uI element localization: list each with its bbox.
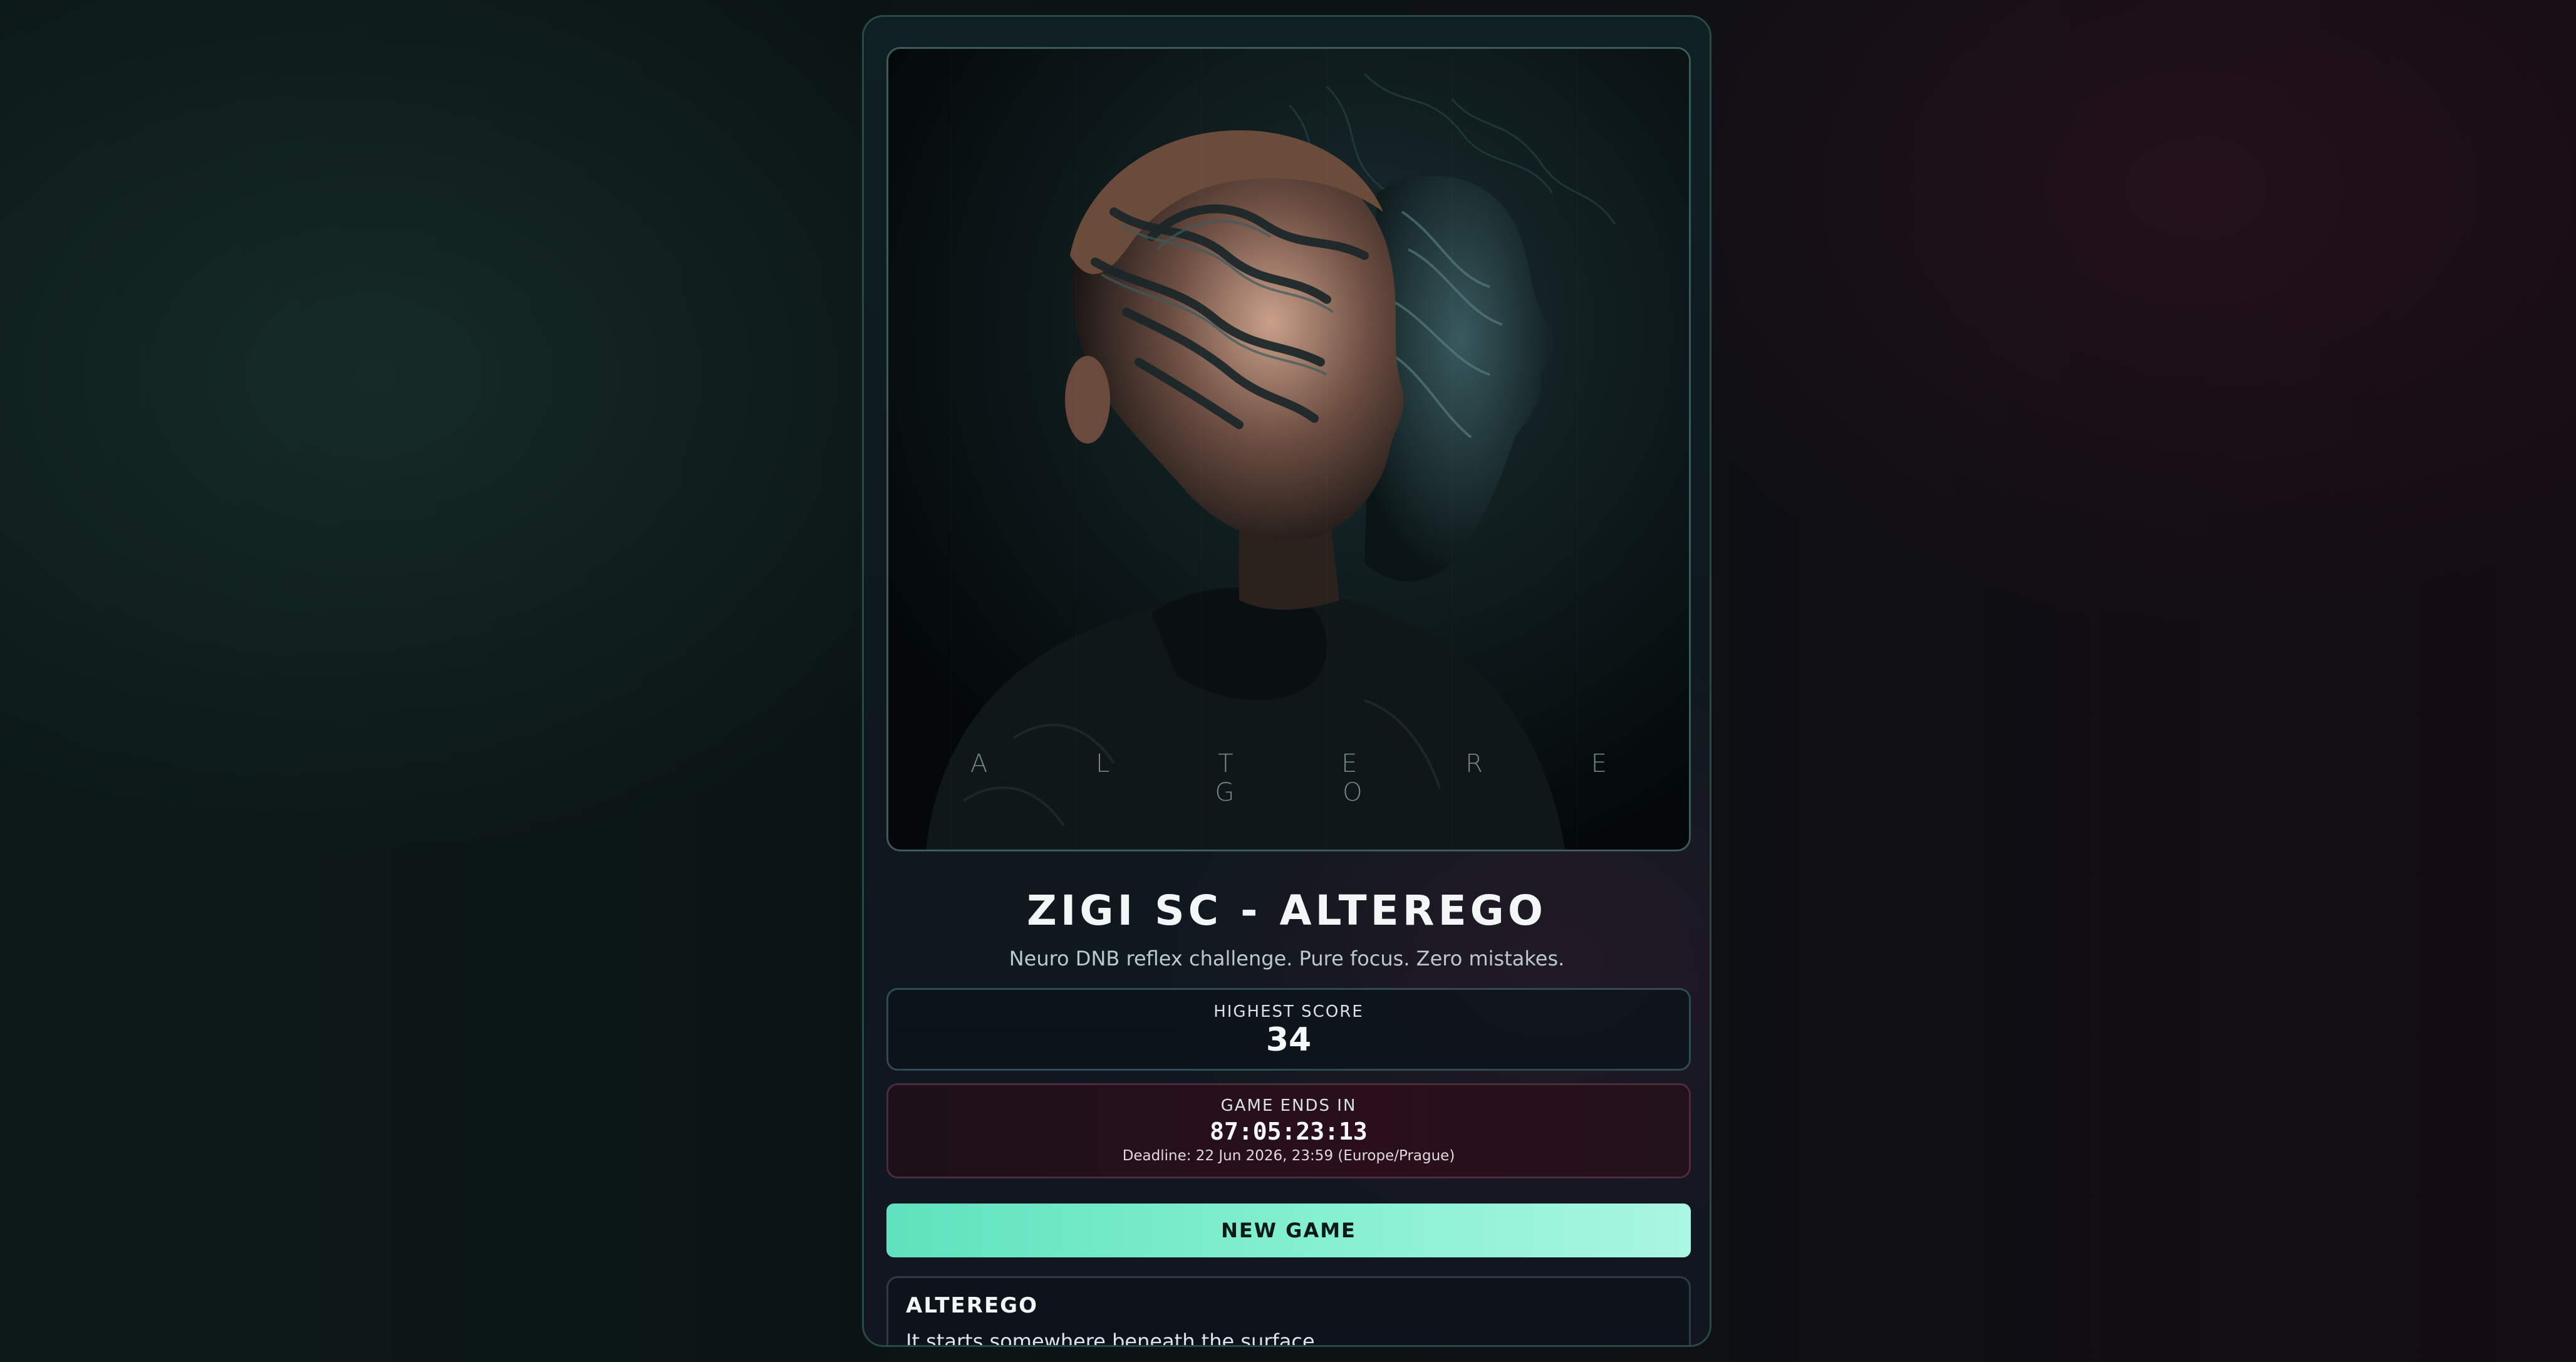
- game-tagline: Neuro DNB reflex challenge. Pure focus. …: [1009, 947, 1565, 970]
- countdown-value: 87:05:23:13: [1210, 1118, 1368, 1145]
- highest-score-label: HIGHEST SCORE: [1213, 1002, 1364, 1021]
- track-info-panel: ALTEREGO It starts somewhere beneath the…: [886, 1276, 1691, 1347]
- game-card: A L T E R E G O ZIGI SC - ALTEREGO Neuro…: [862, 15, 1711, 1347]
- artwork-caption: A L T E R E G O: [970, 749, 1657, 807]
- countdown-label: GAME ENDS IN: [1220, 1096, 1357, 1115]
- deadline-text: Deadline: 22 Jun 2026, 23:59 (Europe/Pra…: [1122, 1148, 1455, 1164]
- portrait-illustration: [888, 49, 1689, 850]
- new-game-button[interactable]: NEW GAME: [886, 1203, 1691, 1257]
- game-title: ZIGI SC - ALTEREGO: [1027, 886, 1547, 935]
- track-info-title: ALTEREGO: [906, 1293, 1038, 1318]
- album-artwork: A L T E R E G O: [886, 47, 1691, 851]
- highest-score-panel: HIGHEST SCORE 34: [886, 988, 1691, 1071]
- highest-score-value: 34: [1265, 1021, 1312, 1059]
- countdown-panel: GAME ENDS IN 87:05:23:13 Deadline: 22 Ju…: [886, 1083, 1691, 1178]
- track-info-text: It starts somewhere beneath the surface.: [906, 1329, 1321, 1347]
